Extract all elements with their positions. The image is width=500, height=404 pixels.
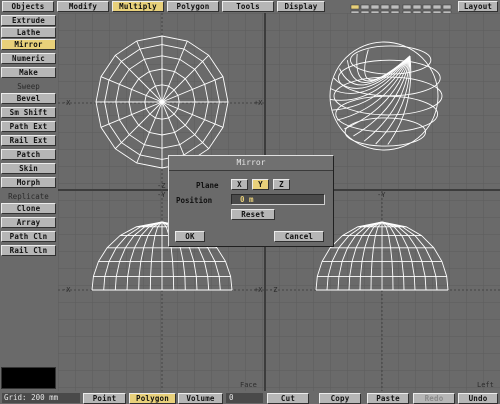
dialog-title: Mirror bbox=[169, 156, 333, 171]
side-view-name: Left bbox=[477, 381, 494, 389]
tool-lathe[interactable]: Lathe bbox=[1, 27, 56, 38]
front-view-y-label: -Y bbox=[157, 191, 166, 199]
layer-selector[interactable] bbox=[350, 1, 453, 16]
plane-label: Plane bbox=[196, 181, 219, 190]
replicate-header: Replicate bbox=[8, 192, 49, 201]
menu-tab-multiply[interactable]: Multiply bbox=[112, 1, 164, 12]
tool-rail-ext[interactable]: Rail Ext bbox=[1, 135, 56, 146]
top-view-x-plus-label: +X bbox=[254, 99, 263, 107]
mode-volume-button[interactable]: Volume bbox=[178, 393, 223, 404]
tool-skin[interactable]: Skin bbox=[1, 163, 56, 174]
reset-button[interactable]: Reset bbox=[231, 209, 275, 220]
tool-sm-shift[interactable]: Sm Shift bbox=[1, 107, 56, 118]
tool-make[interactable]: Make bbox=[1, 67, 56, 78]
copy-button[interactable]: Copy bbox=[319, 393, 361, 404]
front-view-x-plus-label: +X bbox=[254, 286, 263, 294]
sweep-header: Sweep bbox=[17, 82, 40, 91]
tool-bevel[interactable]: Bevel bbox=[1, 93, 56, 104]
position-input[interactable]: 0 m bbox=[231, 194, 325, 205]
side-view-z-minus-label: -Z bbox=[269, 286, 278, 294]
menu-tab-tools[interactable]: Tools bbox=[222, 1, 274, 12]
side-view-y-label: -Y bbox=[377, 191, 386, 199]
tool-path-ext[interactable]: Path Ext bbox=[1, 121, 56, 132]
undo-button[interactable]: Undo bbox=[458, 393, 498, 404]
tool-morph[interactable]: Morph bbox=[1, 177, 56, 188]
plane-x-button[interactable]: X bbox=[231, 179, 248, 190]
position-value: 0 m bbox=[240, 195, 254, 204]
tool-mirror[interactable]: Mirror bbox=[1, 39, 56, 50]
menu-tab-display[interactable]: Display bbox=[277, 1, 325, 12]
front-view-x-minus-label: -X bbox=[62, 286, 71, 294]
tool-extrude[interactable]: Extrude bbox=[1, 15, 56, 26]
top-view-z-minus-label: -Z bbox=[157, 182, 166, 190]
layout-button[interactable]: Layout bbox=[458, 1, 498, 12]
top-view-x-minus-label: -X bbox=[62, 99, 71, 107]
mode-polygon-button[interactable]: Polygon bbox=[129, 393, 176, 404]
tool-rail-cln[interactable]: Rail Cln bbox=[1, 245, 56, 256]
cancel-button[interactable]: Cancel bbox=[274, 231, 324, 242]
redo-button[interactable]: Redo bbox=[413, 393, 455, 404]
position-label: Position bbox=[176, 196, 213, 205]
selection-count: 0 bbox=[226, 393, 263, 403]
tool-numeric[interactable]: Numeric bbox=[1, 53, 56, 64]
tool-path-cln[interactable]: Path Cln bbox=[1, 231, 56, 242]
cut-button[interactable]: Cut bbox=[267, 393, 309, 404]
grid-size-display: Grid: 200 mm bbox=[2, 393, 80, 403]
plane-z-button[interactable]: Z bbox=[273, 179, 290, 190]
color-swatch-panel bbox=[1, 367, 56, 389]
menu-tab-polygon[interactable]: Polygon bbox=[167, 1, 219, 12]
tool-patch[interactable]: Patch bbox=[1, 149, 56, 160]
plane-y-button[interactable]: Y bbox=[252, 179, 269, 190]
ok-button[interactable]: OK bbox=[175, 231, 205, 242]
mode-point-button[interactable]: Point bbox=[83, 393, 126, 404]
tool-array[interactable]: Array bbox=[1, 217, 56, 228]
tool-clone[interactable]: Clone bbox=[1, 203, 56, 214]
menu-tab-objects[interactable]: Objects bbox=[2, 1, 54, 12]
front-view-name: Face bbox=[240, 381, 257, 389]
menu-tab-modify[interactable]: Modify bbox=[57, 1, 109, 12]
paste-button[interactable]: Paste bbox=[367, 393, 409, 404]
